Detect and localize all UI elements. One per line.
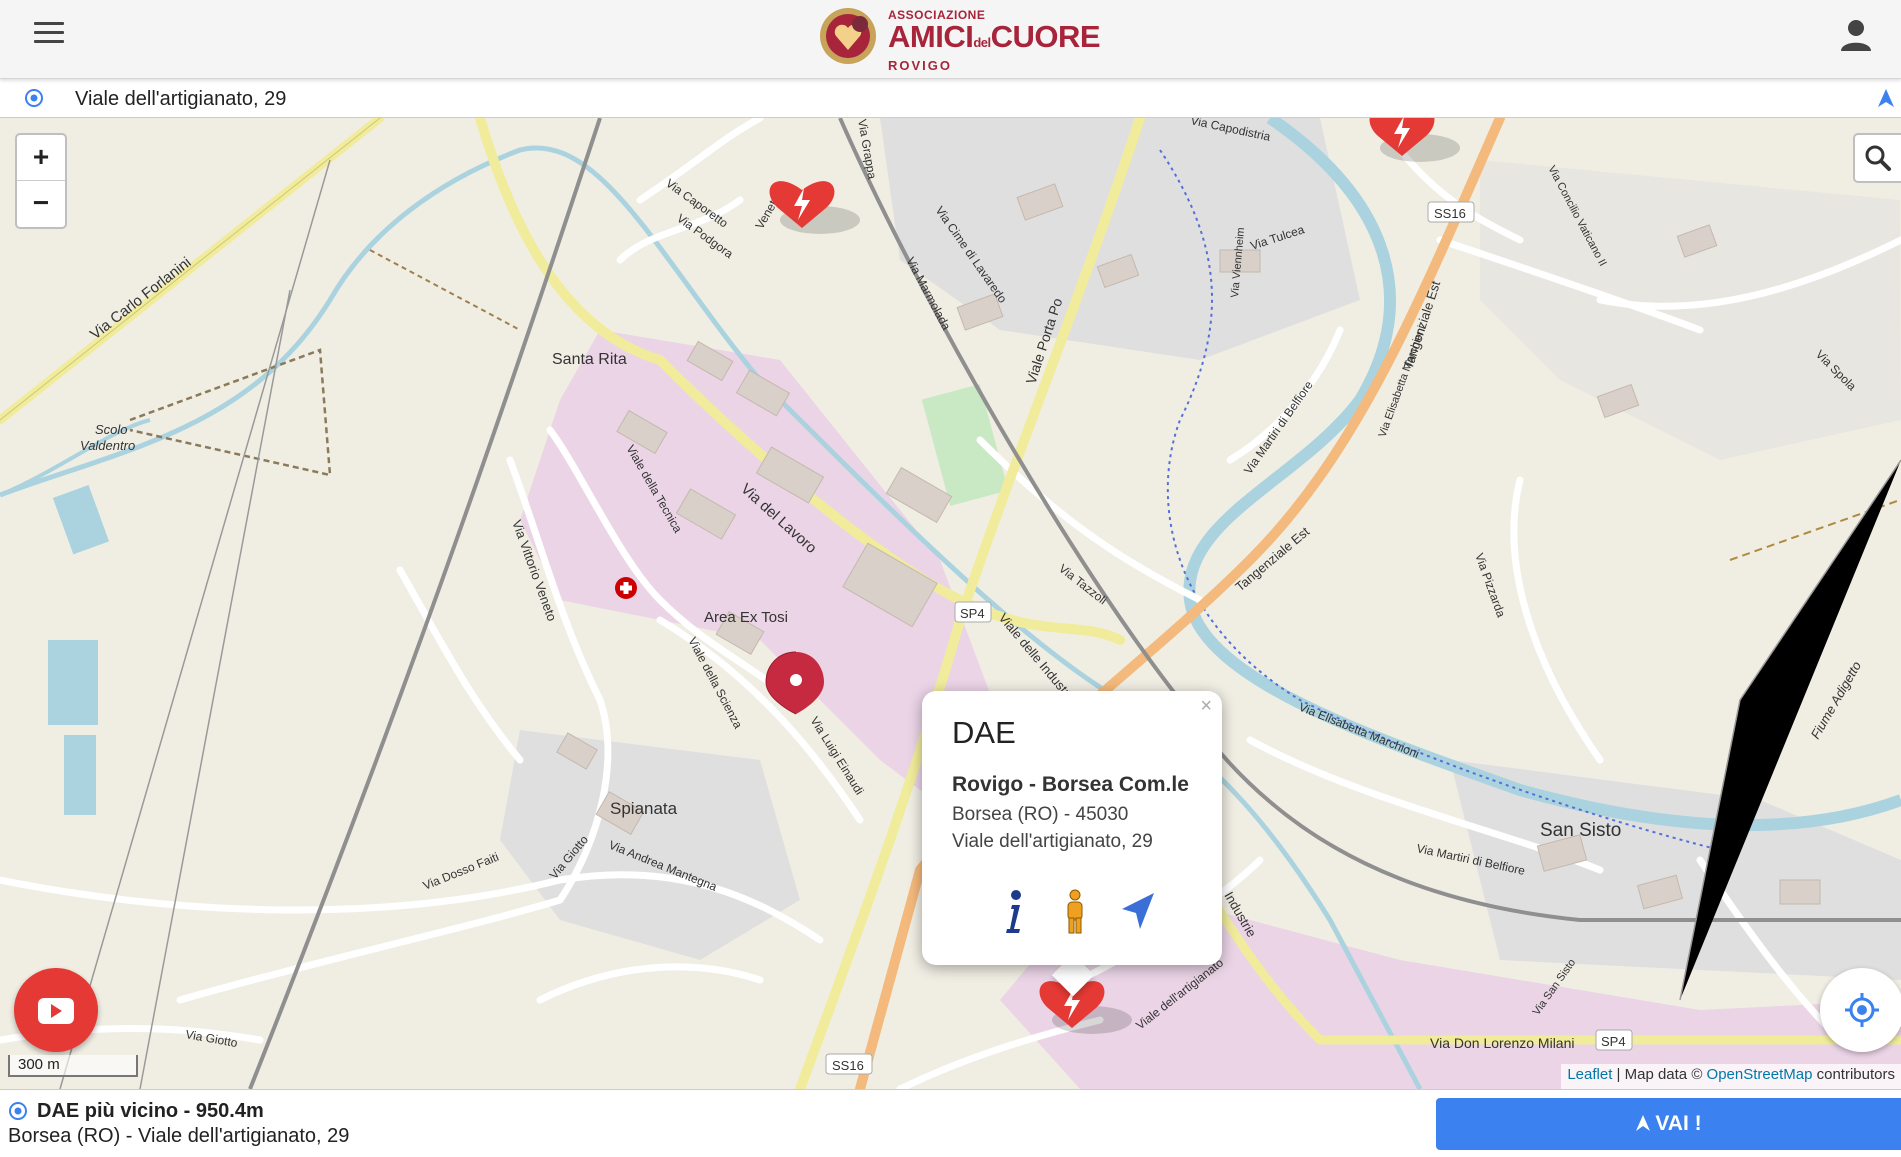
popup-close-button[interactable]: ×	[1200, 695, 1212, 718]
crosshair-icon	[1845, 993, 1879, 1027]
label-don-lorenzo-milani: Via Don Lorenzo Milani	[1430, 1035, 1575, 1051]
label-valdentro: Valdentro	[80, 438, 135, 453]
zoom-in-button[interactable]: +	[17, 135, 65, 181]
location-target-icon	[25, 89, 43, 107]
hamburger-menu-icon[interactable]	[34, 22, 64, 46]
youtube-button[interactable]	[14, 968, 98, 1052]
label-spianata: Spianata	[610, 799, 678, 818]
person-icon[interactable]	[1052, 887, 1098, 935]
zoom-out-button[interactable]: −	[17, 181, 65, 226]
go-button-label: VAI !	[1655, 1112, 1702, 1135]
nearest-dae-title: DAE più vicino - 950.4m	[37, 1100, 264, 1122]
map-attribution: Leaflet | Map data © OpenStreetMap contr…	[1561, 1064, 1901, 1090]
logo-main-mid: del	[973, 35, 991, 50]
map-scale: 300 m	[8, 1055, 138, 1077]
navigation-arrow-icon-white	[1636, 1115, 1651, 1131]
popup-city-line: Borsea (RO) - 45030	[952, 804, 1129, 825]
map-search-button[interactable]	[1853, 133, 1901, 183]
logo-city-text: ROVIGO	[888, 58, 953, 73]
leaflet-link[interactable]: Leaflet	[1567, 1066, 1612, 1083]
label-sp4: SP4	[960, 606, 985, 621]
label-sp4-east: SP4	[1601, 1034, 1626, 1049]
nearest-dae-panel: DAE più vicino - 950.4m Borsea (RO) - Vi…	[0, 1089, 1901, 1157]
current-address-bar: Viale dell'artigianato, 29	[0, 79, 1901, 118]
logo-main-right: CUORE	[990, 19, 1101, 54]
pond-west-3	[64, 735, 96, 815]
nearest-dae-address: Borsea (RO) - Viale dell'artigianato, 29	[8, 1125, 350, 1147]
logo-main-left: AMICI	[888, 19, 974, 54]
locate-me-button[interactable]	[1820, 968, 1901, 1052]
dae-info-popup: × DAE Rovigo - Borsea Com.le Borsea (RO)…	[922, 691, 1222, 965]
user-account-icon[interactable]	[1839, 18, 1873, 52]
label-ss16: SS16	[832, 1058, 864, 1073]
osm-link[interactable]: OpenStreetMap	[1707, 1066, 1813, 1083]
label-area-ex-tosi: Area Ex Tosi	[704, 609, 788, 626]
heart-emblem-icon	[820, 8, 876, 64]
first-aid-icon	[615, 577, 637, 599]
app-header: ASSOCIAZIONE AMICIdelCUORE ROVIGO	[0, 0, 1901, 79]
navigation-arrow-icon[interactable]	[1877, 88, 1895, 108]
search-icon	[1865, 145, 1891, 171]
label-ss16-north: SS16	[1434, 206, 1466, 221]
attribution-tail: contributors	[1812, 1066, 1895, 1083]
youtube-icon	[38, 998, 74, 1024]
popup-actions	[992, 887, 1162, 937]
association-logo: ASSOCIAZIONE AMICIdelCUORE ROVIGO	[818, 2, 1118, 73]
label-san-sisto: San Sisto	[1540, 820, 1621, 841]
pond-west	[48, 640, 98, 725]
info-icon[interactable]	[992, 887, 1038, 935]
label-santa-rita: Santa Rita	[552, 351, 627, 368]
popup-location-name: Rovigo - Borsea Com.le	[952, 773, 1189, 796]
location-target-icon-small	[9, 1102, 27, 1120]
zoom-control: + −	[15, 133, 67, 229]
attribution-separator: | Map data ©	[1612, 1066, 1707, 1083]
navigate-icon[interactable]	[1114, 887, 1160, 935]
popup-address-line: Viale dell'artigianato, 29	[952, 831, 1153, 852]
go-button[interactable]: VAI !	[1436, 1098, 1901, 1150]
popup-title: DAE	[952, 715, 1016, 750]
current-address-text: Viale dell'artigianato, 29	[75, 88, 287, 110]
label-scolo: Scolo	[95, 422, 128, 437]
